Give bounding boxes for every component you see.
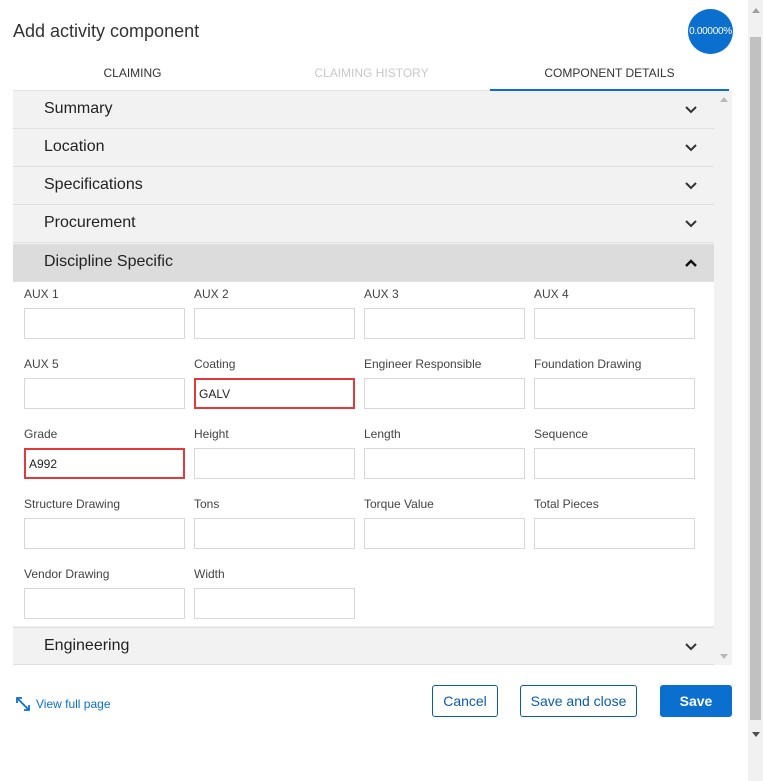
field-label: Structure Drawing	[24, 497, 121, 511]
scrollbar-thumb[interactable]	[750, 37, 761, 720]
window-scrollbar[interactable]	[748, 0, 763, 781]
field-label: Coating	[194, 357, 236, 371]
tab-bar: CLAIMING CLAIMING HISTORY COMPONENT DETA…	[13, 60, 729, 91]
height-field[interactable]	[194, 448, 355, 479]
section-label: Engineering	[44, 637, 130, 654]
field-label: AUX 1	[24, 287, 59, 301]
field-label: Engineer Responsible	[364, 357, 482, 371]
field-label: AUX 5	[24, 357, 59, 371]
structure-drawing-field[interactable]	[24, 518, 185, 549]
section-location[interactable]: Location	[13, 129, 714, 167]
field-label: Vendor Drawing	[24, 567, 110, 581]
section-discipline-specific[interactable]: Discipline Specific	[13, 244, 714, 282]
field-label: Torque Value	[364, 497, 434, 511]
chevron-up-icon	[685, 259, 697, 267]
section-label: Procurement	[44, 214, 136, 231]
aux2-field[interactable]	[194, 308, 355, 339]
chevron-down-icon	[685, 144, 697, 152]
tons-field[interactable]	[194, 518, 355, 549]
field-label: AUX 2	[194, 287, 229, 301]
tab-claiming-history: CLAIMING HISTORY	[314, 66, 429, 80]
field-label: Tons	[194, 497, 220, 511]
field-label: AUX 4	[534, 287, 569, 301]
field-label: Total Pieces	[534, 497, 599, 511]
grade-field[interactable]	[24, 448, 185, 479]
expand-icon	[16, 697, 30, 711]
section-label: Location	[44, 138, 105, 155]
aux5-field[interactable]	[24, 378, 185, 409]
aux4-field[interactable]	[534, 308, 695, 339]
cancel-button[interactable]: Cancel	[432, 685, 498, 717]
total-pieces-field[interactable]	[534, 518, 695, 549]
aux3-field[interactable]	[364, 308, 525, 339]
torque-value-field[interactable]	[364, 518, 525, 549]
engineer-responsible-field[interactable]	[364, 378, 525, 409]
section-label: Specifications	[44, 176, 143, 193]
field-label: Length	[364, 427, 401, 441]
details-panel: Summary Location Specifications Procurem…	[13, 91, 732, 665]
chevron-down-icon	[685, 106, 697, 114]
section-specifications[interactable]: Specifications	[13, 167, 714, 205]
section-procurement[interactable]: Procurement	[13, 205, 714, 243]
section-summary[interactable]: Summary	[13, 91, 714, 129]
panel-scrollbar[interactable]	[716, 91, 732, 665]
section-label: Summary	[44, 100, 113, 117]
progress-badge: 0.00000%	[688, 9, 733, 54]
length-field[interactable]	[364, 448, 525, 479]
foundation-drawing-field[interactable]	[534, 378, 695, 409]
scroll-up-arrow-icon[interactable]	[720, 97, 728, 102]
field-label: Height	[194, 427, 229, 441]
coating-field[interactable]	[194, 378, 355, 409]
field-label: Grade	[24, 427, 58, 441]
field-label: Sequence	[534, 427, 589, 441]
dialog-title: Add activity component	[13, 21, 200, 41]
chevron-down-icon	[685, 643, 697, 651]
aux1-field[interactable]	[24, 308, 185, 339]
chevron-down-icon	[685, 182, 697, 190]
discipline-specific-form: AUX 1 AUX 2 AUX 3 AUX 4 AUX 5 Coating En…	[13, 282, 714, 626]
vendor-drawing-field[interactable]	[24, 588, 185, 619]
tab-component-details[interactable]: COMPONENT DETAILS	[490, 60, 729, 91]
scroll-down-arrow-icon[interactable]	[720, 654, 728, 659]
field-label: Width	[194, 567, 225, 581]
scroll-up-arrow-icon[interactable]	[752, 8, 760, 13]
save-and-close-button[interactable]: Save and close	[520, 685, 637, 717]
section-label: Discipline Specific	[44, 253, 173, 270]
field-label: Foundation Drawing	[534, 357, 642, 371]
save-button[interactable]: Save	[660, 685, 732, 717]
view-full-page-label: View full page	[36, 697, 111, 711]
section-engineering[interactable]: Engineering	[13, 627, 714, 665]
view-full-page-link[interactable]: View full page	[15, 696, 111, 712]
add-activity-dialog: Add activity component 0.00000% CLAIMING…	[0, 0, 748, 781]
chevron-down-icon	[685, 220, 697, 228]
scroll-down-arrow-icon[interactable]	[752, 732, 760, 737]
sequence-field[interactable]	[534, 448, 695, 479]
field-label: AUX 3	[364, 287, 399, 301]
tab-claiming[interactable]: CLAIMING	[13, 60, 252, 90]
width-field[interactable]	[194, 588, 355, 619]
